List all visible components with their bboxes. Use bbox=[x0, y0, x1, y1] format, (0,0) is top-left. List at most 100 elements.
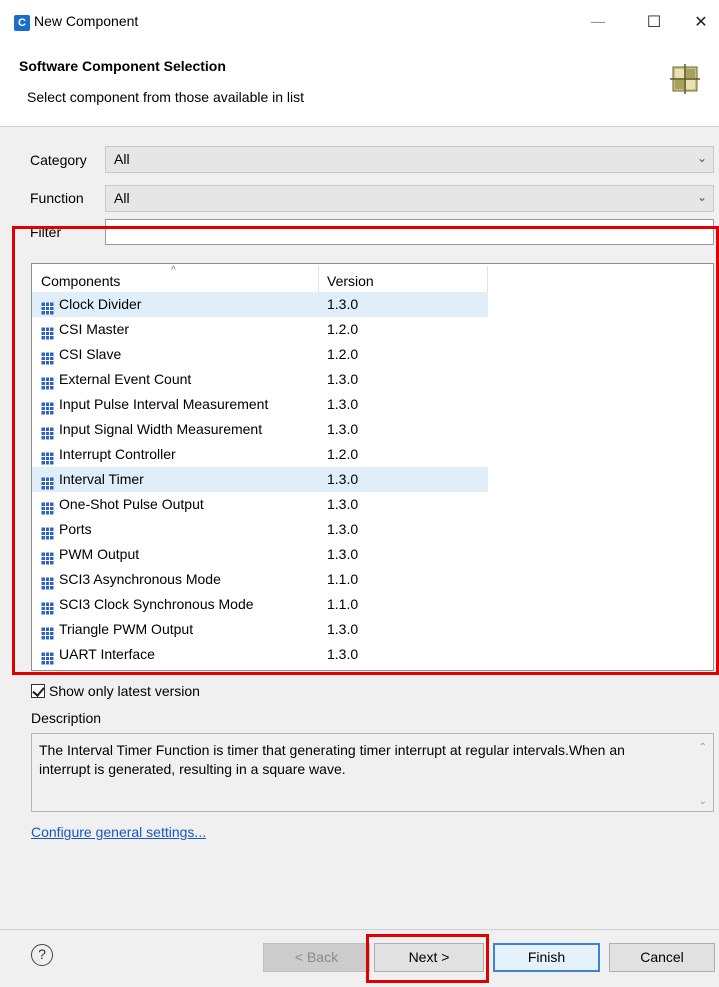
table-row[interactable]: Clock Divider 1.3.0 bbox=[32, 292, 713, 317]
component-version-cell[interactable]: 1.2.0 bbox=[319, 342, 488, 367]
filter-input[interactable] bbox=[105, 219, 714, 245]
component-name: Triangle PWM Output bbox=[59, 621, 194, 637]
finish-button[interactable]: Finish bbox=[493, 943, 600, 972]
scroll-up-icon[interactable]: ⌃ bbox=[699, 742, 707, 753]
component-version-cell[interactable]: 1.3.0 bbox=[319, 292, 488, 317]
component-version-cell[interactable]: 1.3.0 bbox=[319, 642, 488, 667]
components-table[interactable]: Components ^ Version Clock Divider 1.3.0 C… bbox=[31, 263, 714, 671]
component-grid-icon bbox=[670, 64, 700, 94]
table-row[interactable]: Triangle PWM Output 1.3.0 bbox=[32, 617, 713, 642]
component-name-cell[interactable]: External Event Count bbox=[32, 367, 319, 392]
component-version-cell[interactable]: 1.3.0 bbox=[319, 417, 488, 442]
table-row[interactable]: UART Interface 1.3.0 bbox=[32, 642, 713, 667]
component-name-cell[interactable]: CSI Slave bbox=[32, 342, 319, 367]
help-icon[interactable]: ? bbox=[31, 944, 53, 966]
table-row[interactable]: External Event Count 1.3.0 bbox=[32, 367, 713, 392]
component-name-cell[interactable]: Input Pulse Interval Measurement bbox=[32, 392, 319, 417]
component-name-cell[interactable]: Clock Divider bbox=[32, 292, 319, 317]
table-row[interactable]: One-Shot Pulse Output 1.3.0 bbox=[32, 492, 713, 517]
description-box[interactable]: The Interval Timer Function is timer tha… bbox=[31, 733, 714, 812]
maximize-button[interactable]: ☐ bbox=[636, 7, 672, 37]
description-text: The Interval Timer Function is timer tha… bbox=[39, 742, 625, 777]
next-button[interactable]: Next > bbox=[374, 943, 484, 972]
component-version-cell[interactable]: 1.3.0 bbox=[319, 517, 488, 542]
back-button[interactable]: < Back bbox=[263, 943, 370, 972]
component-name-cell[interactable]: Triangle PWM Output bbox=[32, 617, 319, 642]
component-version-cell[interactable]: 1.1.0 bbox=[319, 567, 488, 592]
component-name-cell[interactable]: Input Signal Width Measurement bbox=[32, 417, 319, 442]
component-version-cell[interactable]: 1.2.0 bbox=[319, 442, 488, 467]
component-name: Interval Timer bbox=[59, 471, 144, 487]
component-version: 1.3.0 bbox=[327, 421, 359, 437]
function-label: Function bbox=[30, 190, 84, 206]
table-row[interactable]: Interval Timer 1.3.0 bbox=[32, 467, 713, 492]
close-button[interactable]: ✕ bbox=[683, 7, 719, 37]
component-name: SCI3 Asynchronous Mode bbox=[59, 571, 221, 587]
component-name-cell[interactable]: Ports bbox=[32, 517, 319, 542]
table-row[interactable]: PWM Output 1.3.0 bbox=[32, 542, 713, 567]
component-name-cell[interactable]: One-Shot Pulse Output bbox=[32, 492, 319, 517]
component-version-cell[interactable]: 1.3.0 bbox=[319, 617, 488, 642]
category-label: Category bbox=[30, 152, 87, 168]
component-grid-icon bbox=[41, 598, 54, 615]
table-row[interactable]: SCI3 Asynchronous Mode 1.1.0 bbox=[32, 567, 713, 592]
component-grid-icon bbox=[41, 648, 54, 665]
table-row[interactable]: Interrupt Controller 1.2.0 bbox=[32, 442, 713, 467]
component-version: 1.2.0 bbox=[327, 446, 359, 462]
component-grid-icon bbox=[41, 323, 54, 340]
component-name-cell[interactable]: PWM Output bbox=[32, 542, 319, 567]
components-header-label: Components bbox=[41, 273, 121, 289]
component-name: Input Signal Width Measurement bbox=[59, 421, 263, 437]
function-select[interactable]: All ⌄ bbox=[105, 185, 714, 212]
component-name-cell[interactable]: SCI3 Clock Synchronous Mode bbox=[32, 592, 319, 617]
component-version: 1.3.0 bbox=[327, 621, 359, 637]
table-row[interactable]: Input Signal Width Measurement 1.3.0 bbox=[32, 417, 713, 442]
table-row[interactable]: SCI3 Clock Synchronous Mode 1.1.0 bbox=[32, 592, 713, 617]
version-header-label: Version bbox=[327, 273, 374, 289]
window-title: New Component bbox=[34, 13, 139, 29]
component-grid-icon bbox=[41, 348, 54, 365]
table-rows: Clock Divider 1.3.0 CSI Master 1.2.0 CSI Sla… bbox=[32, 292, 713, 667]
filter-label: Filter bbox=[30, 224, 62, 240]
component-name: Clock Divider bbox=[59, 296, 142, 312]
configure-general-settings-link[interactable]: Configure general settings... bbox=[31, 824, 206, 840]
component-grid-icon bbox=[41, 523, 54, 540]
component-version-cell[interactable]: 1.2.0 bbox=[319, 317, 488, 342]
component-name: SCI3 Clock Synchronous Mode bbox=[59, 596, 254, 612]
component-version-cell[interactable]: 1.3.0 bbox=[319, 542, 488, 567]
category-value: All bbox=[114, 151, 130, 167]
component-version-cell[interactable]: 1.3.0 bbox=[319, 367, 488, 392]
component-grid-icon bbox=[41, 373, 54, 390]
scroll-down-icon[interactable]: ⌄ bbox=[699, 796, 707, 807]
app-icon: C bbox=[14, 15, 30, 31]
component-name: External Event Count bbox=[59, 371, 192, 387]
minimize-button[interactable]: — bbox=[580, 7, 616, 37]
show-latest-label: Show only latest version bbox=[49, 683, 200, 699]
page-subtitle: Select component from those available in… bbox=[27, 89, 305, 105]
table-row[interactable]: Ports 1.3.0 bbox=[32, 517, 713, 542]
component-version-cell[interactable]: 1.1.0 bbox=[319, 592, 488, 617]
component-version-cell[interactable]: 1.3.0 bbox=[319, 392, 488, 417]
component-name: Ports bbox=[59, 521, 92, 537]
category-select[interactable]: All ⌄ bbox=[105, 146, 714, 173]
component-version: 1.1.0 bbox=[327, 571, 359, 587]
show-latest-checkbox[interactable] bbox=[31, 684, 45, 698]
component-name-cell[interactable]: Interrupt Controller bbox=[32, 442, 319, 467]
component-grid-icon bbox=[41, 573, 54, 590]
component-name: CSI Slave bbox=[59, 346, 122, 362]
component-version-cell[interactable]: 1.3.0 bbox=[319, 492, 488, 517]
component-name: UART Interface bbox=[59, 646, 155, 662]
table-row[interactable]: CSI Slave 1.2.0 bbox=[32, 342, 713, 367]
table-row[interactable]: CSI Master 1.2.0 bbox=[32, 317, 713, 342]
component-name-cell[interactable]: SCI3 Asynchronous Mode bbox=[32, 567, 319, 592]
component-name-cell[interactable]: CSI Master bbox=[32, 317, 319, 342]
chevron-down-icon: ⌄ bbox=[696, 151, 707, 165]
cancel-button[interactable]: Cancel bbox=[609, 943, 715, 972]
component-version: 1.3.0 bbox=[327, 521, 359, 537]
component-name-cell[interactable]: Interval Timer bbox=[32, 467, 319, 492]
component-name-cell[interactable]: UART Interface bbox=[32, 642, 319, 667]
table-row[interactable]: Input Pulse Interval Measurement 1.3.0 bbox=[32, 392, 713, 417]
footer-divider bbox=[0, 929, 719, 930]
component-grid-icon bbox=[41, 298, 54, 315]
component-version-cell[interactable]: 1.3.0 bbox=[319, 467, 488, 492]
